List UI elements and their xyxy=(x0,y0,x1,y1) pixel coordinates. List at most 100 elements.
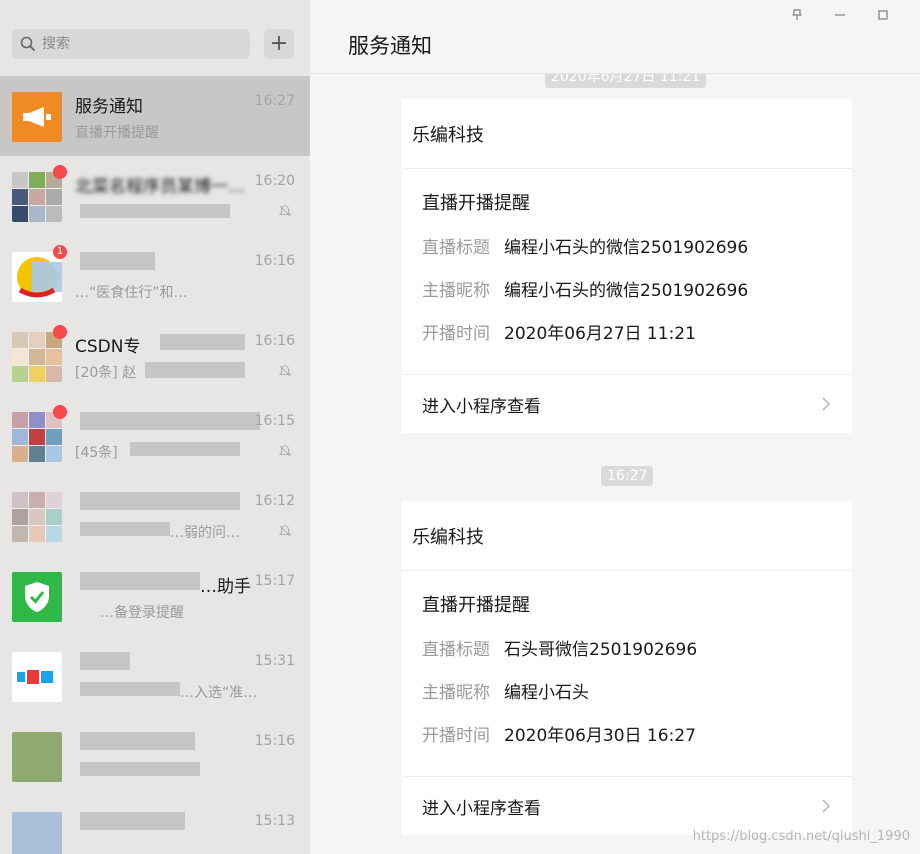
unread-dot xyxy=(53,325,67,339)
chat-item[interactable]: 15:13 xyxy=(0,796,310,854)
blurred-name xyxy=(80,812,185,830)
row-value: 编程小石头的微信2501902696 xyxy=(504,281,749,301)
row-key: 开播时间 xyxy=(422,324,490,344)
row-key: 开播时间 xyxy=(422,726,490,746)
group-avatar xyxy=(12,332,62,382)
blurred-name xyxy=(80,412,260,430)
card-sender: 乐编科技 xyxy=(402,99,852,169)
minimize-icon xyxy=(835,14,845,16)
blurred-preview xyxy=(145,362,245,378)
shield-check-icon xyxy=(25,582,49,612)
pin-icon xyxy=(792,9,802,20)
chat-preview: …弱的问… xyxy=(170,525,240,541)
link-label: 进入小程序查看 xyxy=(422,396,541,417)
plus-icon: + xyxy=(269,31,289,56)
photo-avatar xyxy=(12,732,62,782)
chat-item[interactable]: 16:12 …弱的问… xyxy=(0,476,310,556)
blurred-preview xyxy=(80,762,200,776)
notification-card: 乐编科技 直播开播提醒 直播标题 石头哥微信2501902696 主播昵称 编程小石… xyxy=(402,501,852,835)
unread-badge: 1 xyxy=(53,245,67,259)
chat-time: 15:16 xyxy=(254,733,295,749)
blurred-preview xyxy=(80,522,170,536)
card-heading: 直播开播提醒 xyxy=(422,193,530,214)
card-sender: 乐编科技 xyxy=(402,501,852,571)
row-key: 主播昵称 xyxy=(422,683,490,703)
chat-time: 16:20 xyxy=(254,173,295,189)
unread-dot xyxy=(53,405,67,419)
row-key: 主播昵称 xyxy=(422,281,490,301)
blurred-name xyxy=(80,572,200,590)
blurred-name xyxy=(80,252,155,270)
pin-button[interactable] xyxy=(787,6,807,24)
maximize-button[interactable] xyxy=(873,6,893,24)
search-icon xyxy=(20,36,36,52)
card-row: 主播昵称 编程小石头的微信2501902696 xyxy=(422,276,832,301)
colorful-avatar xyxy=(12,252,62,302)
chat-item[interactable]: 16:15 [45条] xyxy=(0,396,310,476)
group-avatar xyxy=(12,412,62,462)
row-value: 编程小石头 xyxy=(504,683,589,703)
open-miniprogram-link[interactable]: 进入小程序查看 xyxy=(402,375,852,433)
chat-time: 16:15 xyxy=(254,413,295,429)
chat-item[interactable]: 1 16:16 …“医食住行”和… xyxy=(0,236,310,316)
chat-preview: …备登录提醒 xyxy=(100,605,184,621)
link-label: 进入小程序查看 xyxy=(422,798,541,819)
chat-name: 服务通知 xyxy=(75,97,143,117)
maximize-icon xyxy=(878,10,888,20)
watermark: https://blog.csdn.net/qiushi_1990 xyxy=(692,829,910,844)
card-row: 开播时间 2020年06月27日 11:21 xyxy=(422,319,832,344)
card-body: 直播开播提醒 直播标题 编程小石头的微信2501902696 主播昵称 编程小石头的… xyxy=(402,169,852,375)
page-title: 服务通知 xyxy=(348,34,432,58)
chat-time: 16:16 xyxy=(254,253,295,269)
mute-bell-icon xyxy=(278,525,292,537)
row-value: 2020年06月30日 16:27 xyxy=(504,726,696,746)
open-miniprogram-link[interactable]: 进入小程序查看 xyxy=(402,777,852,835)
card-body: 直播开播提醒 直播标题 石头哥微信2501902696 主播昵称 编程小石头 开播时… xyxy=(402,571,852,777)
search-input[interactable] xyxy=(42,36,232,52)
card-heading: 直播开播提醒 xyxy=(422,595,530,616)
chat-list: 服务通知 16:27 直播开播提醒 北菜名程序员某博一… 16:20 1 16:… xyxy=(0,76,310,854)
chat-item[interactable]: CSDN专 16:16 [20条] 赵 xyxy=(0,316,310,396)
chat-preview: …“医食住行”和… xyxy=(75,285,188,301)
chat-item[interactable]: 15:16 xyxy=(0,716,310,796)
megaphone-icon xyxy=(23,107,51,127)
minimize-button[interactable] xyxy=(830,6,850,24)
row-value: 石头哥微信2501902696 xyxy=(504,640,698,660)
blurred-preview xyxy=(130,442,240,456)
megaphone-avatar xyxy=(12,92,62,142)
chat-time: 15:31 xyxy=(254,653,295,669)
chat-name: 北菜名程序员某博一… xyxy=(75,177,245,197)
chat-item-service-notice[interactable]: 服务通知 16:27 直播开播提醒 xyxy=(0,76,310,156)
timestamp-pill: 16:27 xyxy=(601,466,654,486)
card-row: 直播标题 编程小石头的微信2501902696 xyxy=(422,233,832,258)
search-box[interactable] xyxy=(12,29,250,59)
chat-name: …助手 xyxy=(200,577,251,597)
chat-time: 16:12 xyxy=(254,493,295,509)
blurred-name xyxy=(160,334,245,350)
chat-time: 15:13 xyxy=(254,813,295,829)
blurred-preview xyxy=(80,204,230,218)
photo-avatar xyxy=(12,812,62,854)
conversation-pane: 服务通知 2020年6月27日 11:21 乐编科技 直播开播提醒 直播标题 编程… xyxy=(310,0,920,854)
chat-item[interactable]: 北菜名程序员某博一… 16:20 xyxy=(0,156,310,236)
chat-item[interactable]: 15:31 …入选“准… xyxy=(0,636,310,716)
blurred-name xyxy=(80,492,240,510)
group-avatar xyxy=(12,492,62,542)
app-logo-avatar xyxy=(12,652,62,702)
chat-item[interactable]: …助手 15:17 …备登录提醒 xyxy=(0,556,310,636)
chat-preview: 直播开播提醒 xyxy=(75,125,159,141)
add-button[interactable]: + xyxy=(264,29,294,59)
chevron-right-icon xyxy=(822,397,831,411)
chat-preview: …入选“准… xyxy=(180,685,258,701)
blurred-preview xyxy=(80,682,180,696)
conversation-header: 服务通知 xyxy=(310,0,920,74)
chat-time: 15:17 xyxy=(254,573,295,589)
mute-bell-icon xyxy=(278,365,292,377)
row-key: 直播标题 xyxy=(422,640,490,660)
mute-bell-icon xyxy=(278,445,292,457)
notification-card: 乐编科技 直播开播提醒 直播标题 编程小石头的微信2501902696 主播昵称编… xyxy=(402,99,852,433)
card-row: 开播时间 2020年06月30日 16:27 xyxy=(422,721,832,746)
chevron-right-icon xyxy=(822,799,831,813)
blurred-name xyxy=(80,652,130,670)
card-row: 直播标题 石头哥微信2501902696 xyxy=(422,635,832,660)
